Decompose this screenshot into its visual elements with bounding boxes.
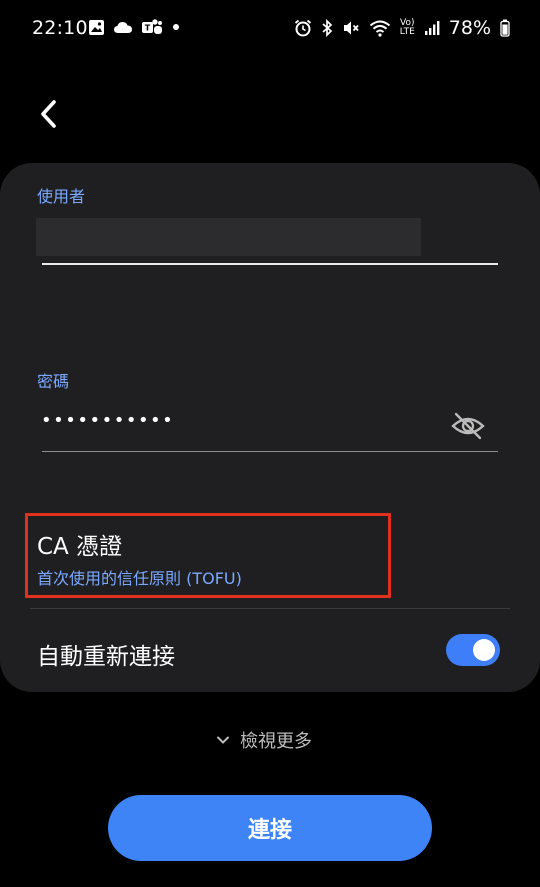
password-label: 密碼 (37, 372, 70, 391)
password-underline (42, 451, 498, 452)
signal-icon (424, 21, 440, 35)
dot-icon (173, 24, 179, 30)
mute-icon (343, 21, 359, 35)
svg-text:T: T (145, 24, 151, 33)
status-time: 22:10 (32, 17, 88, 39)
back-button[interactable] (30, 96, 66, 132)
status-right-icons: Vo) LTE 78% (294, 17, 510, 39)
gallery-icon (89, 19, 104, 35)
bluetooth-icon (322, 19, 333, 37)
view-more-button[interactable]: 檢視更多 (216, 727, 312, 753)
ca-certificate-title[interactable]: CA 憑證 (37, 527, 122, 561)
show-password-button[interactable] (450, 410, 486, 442)
eye-off-icon (451, 412, 485, 440)
battery-icon (500, 19, 510, 37)
lte-text: LTE (399, 27, 415, 37)
divider (30, 608, 510, 609)
alarm-icon (294, 19, 311, 37)
auto-reconnect-label: 自動重新連接 (37, 644, 175, 670)
password-input[interactable]: ••••••••••• (41, 410, 174, 431)
username-input[interactable] (36, 218, 421, 256)
auto-reconnect-toggle[interactable] (446, 634, 500, 666)
battery-percent: 78% (448, 17, 491, 39)
wifi-icon (369, 20, 390, 37)
status-left-icons: T (88, 18, 181, 36)
volte-icon: Vo) LTE (400, 19, 415, 37)
toggle-knob (473, 639, 495, 661)
chevron-left-icon (41, 100, 56, 128)
ca-certificate-value[interactable]: 首次使用的信任原則 (TOFU) (37, 565, 242, 589)
teams-icon: T (142, 19, 162, 34)
cloud-icon (114, 22, 132, 33)
connect-button[interactable]: 連接 (108, 795, 432, 861)
username-label: 使用者 (37, 187, 86, 206)
username-underline (42, 263, 498, 265)
view-more-label: 檢視更多 (240, 731, 312, 752)
chevron-down-icon (217, 736, 229, 744)
status-bar: 22:10 T Vo) LTE 78% (0, 0, 540, 58)
